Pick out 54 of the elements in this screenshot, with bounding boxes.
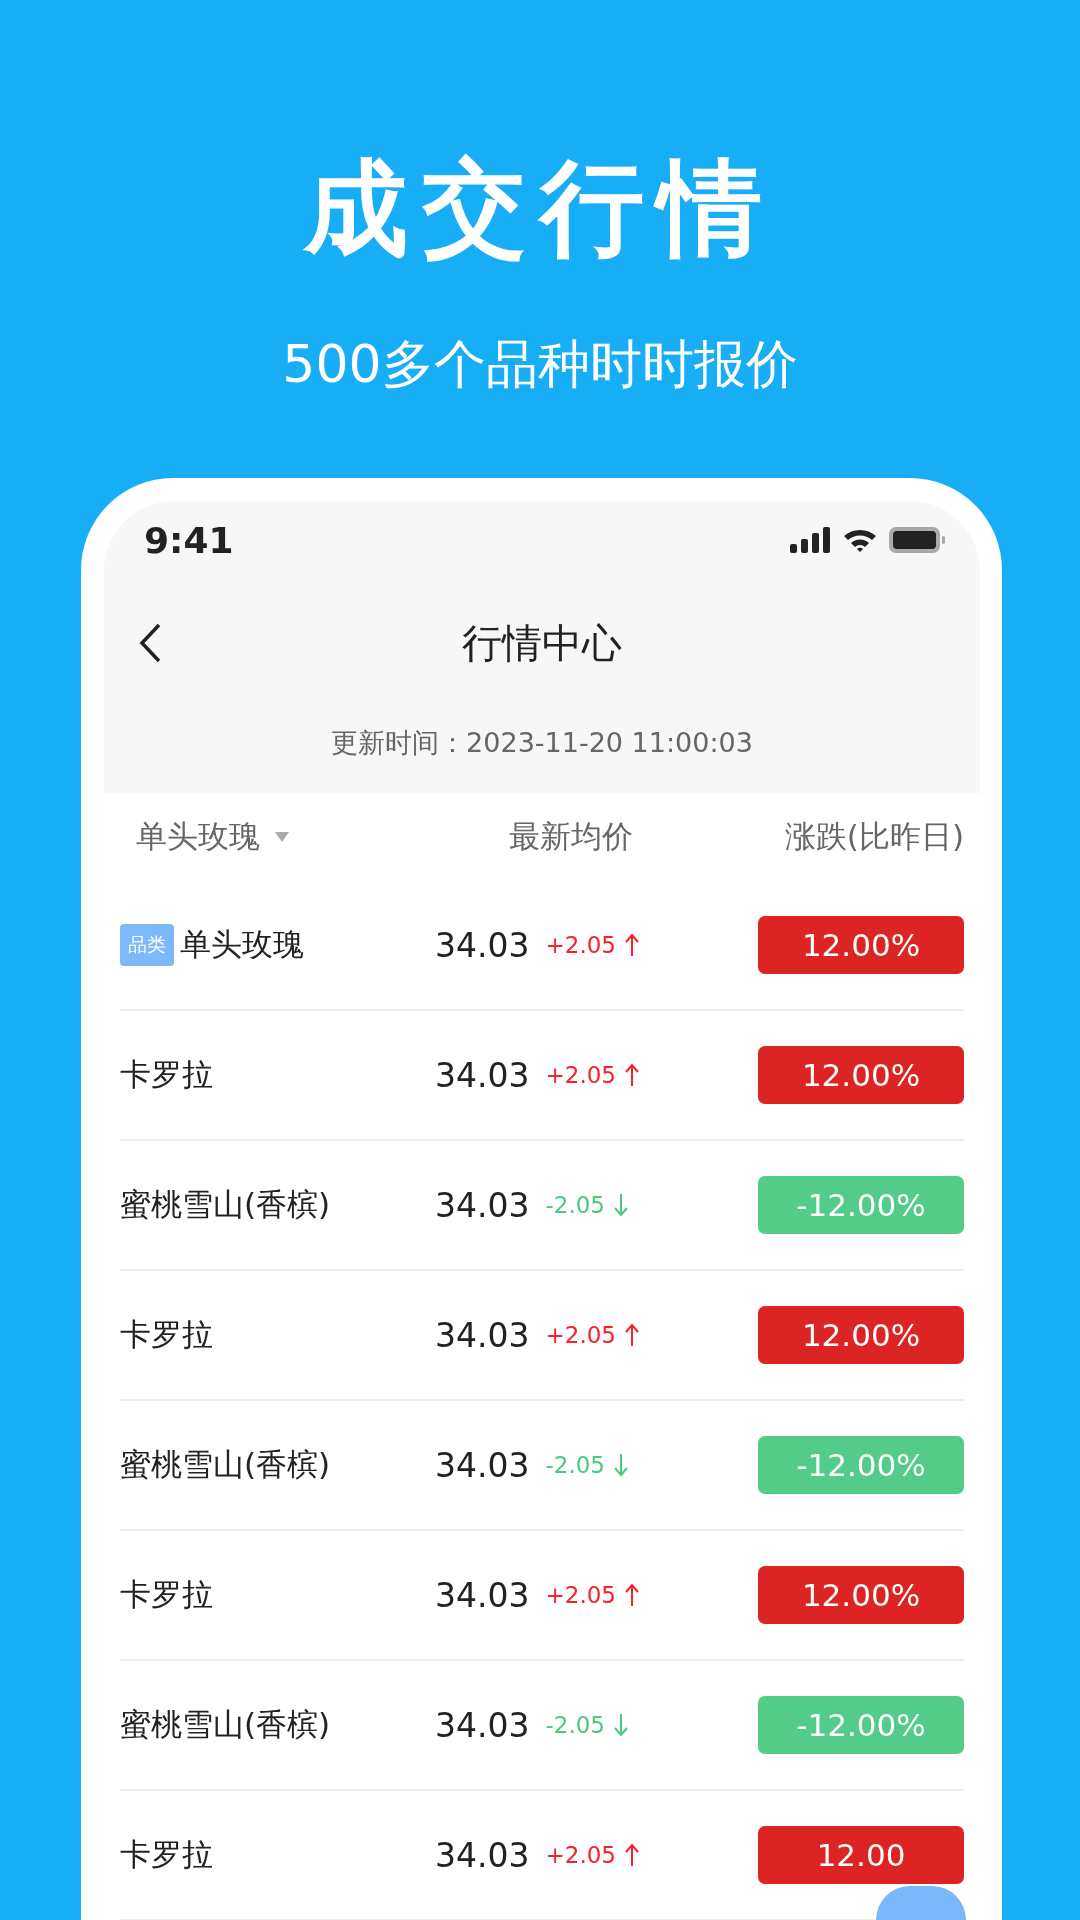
change-percent: -12.00% bbox=[758, 1436, 964, 1494]
price-change: -2.05 bbox=[545, 1712, 605, 1738]
product-name: 卡罗拉 bbox=[120, 1315, 213, 1354]
category-tag: 品类 bbox=[120, 924, 174, 966]
column-header: 最新均价 bbox=[509, 817, 633, 856]
up-arrow-icon bbox=[623, 1063, 640, 1087]
battery-icon bbox=[888, 526, 946, 554]
change-percent: 12.00% bbox=[758, 1566, 964, 1624]
average-price: 34.03 bbox=[435, 925, 530, 965]
change-percent: 12.00 bbox=[758, 1826, 964, 1884]
product-name: 卡罗拉 bbox=[120, 1575, 213, 1614]
product-name: 蜜桃雪山(香槟) bbox=[120, 1185, 331, 1224]
change-percent: -12.00% bbox=[758, 1176, 964, 1234]
average-price: 34.03 bbox=[435, 1835, 530, 1875]
average-price: 34.03 bbox=[435, 1055, 530, 1095]
up-arrow-icon bbox=[623, 933, 640, 957]
price-change: +2.05 bbox=[545, 1322, 616, 1348]
up-arrow-icon bbox=[623, 1843, 640, 1867]
product-name: 卡罗拉 bbox=[120, 1055, 213, 1094]
back-icon[interactable] bbox=[138, 622, 162, 664]
up-arrow-icon bbox=[623, 1323, 640, 1347]
down-arrow-icon bbox=[613, 1193, 629, 1217]
subtitle: 500多个品种时时报价 bbox=[281, 333, 799, 396]
price-change: +2.05 bbox=[545, 1062, 616, 1088]
status-time: 9:41 bbox=[144, 519, 234, 561]
product-name: 卡罗拉 bbox=[120, 1835, 213, 1874]
price-change: +2.05 bbox=[545, 932, 616, 958]
price-change: -2.05 bbox=[545, 1452, 605, 1478]
change-percent: 12.00% bbox=[758, 916, 964, 974]
up-arrow-icon bbox=[623, 1583, 640, 1607]
price-change: +2.05 bbox=[545, 1842, 616, 1868]
change-percent: 12.00% bbox=[758, 1306, 964, 1364]
page-title: 行情中心 bbox=[462, 618, 622, 668]
product-name: 蜜桃雪山(香槟) bbox=[120, 1445, 331, 1484]
product-name: 单头玫瑰 bbox=[180, 925, 304, 964]
price-change: -2.05 bbox=[545, 1192, 605, 1218]
average-price: 34.03 bbox=[435, 1445, 530, 1485]
average-price: 34.03 bbox=[435, 1315, 530, 1355]
change-percent: -12.00% bbox=[758, 1696, 964, 1754]
update-time: 更新时间：2023-11-20 11:00:03 bbox=[330, 726, 754, 760]
price-change: +2.05 bbox=[545, 1582, 616, 1608]
column-header[interactable]: 单头玫瑰 bbox=[136, 816, 260, 858]
down-arrow-icon bbox=[613, 1453, 629, 1477]
dropdown-icon[interactable] bbox=[274, 831, 290, 843]
change-percent: 12.00% bbox=[758, 1046, 964, 1104]
signal-icon bbox=[790, 527, 832, 553]
headline: 成交行情 bbox=[302, 146, 777, 270]
product-name: 蜜桃雪山(香槟) bbox=[120, 1705, 331, 1744]
down-arrow-icon bbox=[613, 1713, 629, 1737]
average-price: 34.03 bbox=[435, 1575, 530, 1615]
average-price: 34.03 bbox=[435, 1185, 530, 1225]
wifi-icon bbox=[842, 527, 878, 553]
column-header: 涨跌(比昨日) bbox=[784, 817, 964, 856]
average-price: 34.03 bbox=[435, 1705, 530, 1745]
